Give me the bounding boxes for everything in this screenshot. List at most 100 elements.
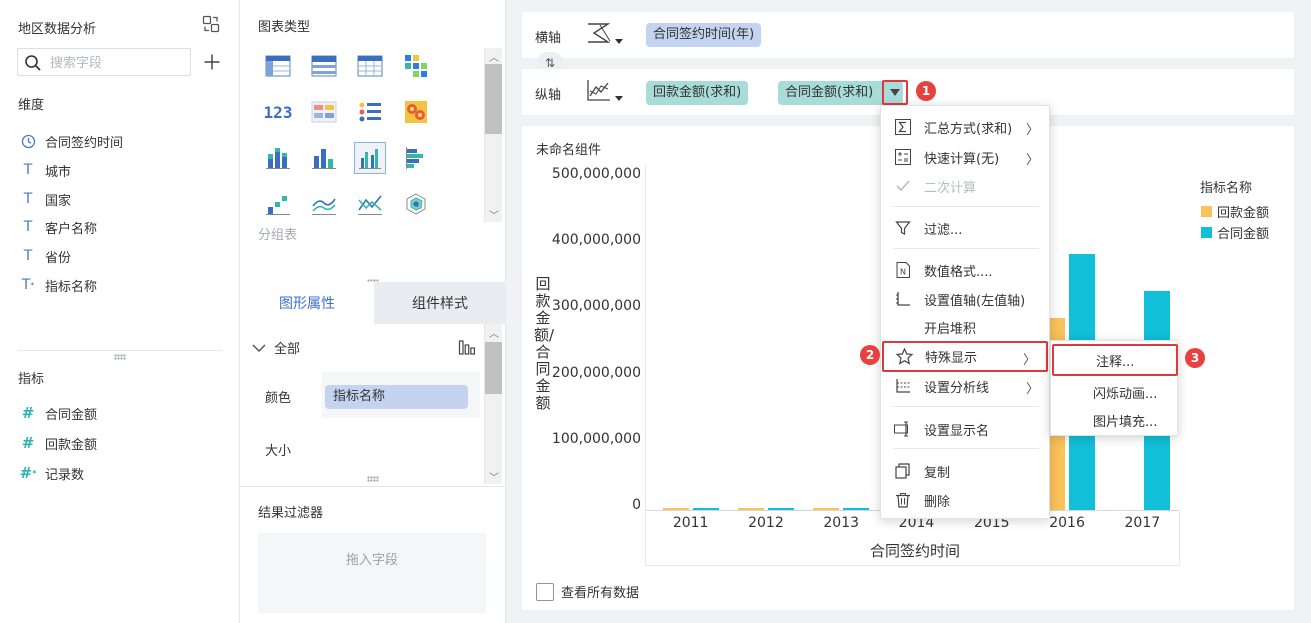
view-all-data-toggle[interactable]: 查看所有数据 — [536, 582, 639, 601]
submenu-item-image-fill[interactable]: 图片填充... — [1051, 406, 1177, 434]
stacked-column-icon[interactable] — [262, 142, 294, 174]
kpi-card-icon[interactable] — [308, 96, 340, 128]
tab-graphic-properties[interactable]: 图形属性 — [240, 282, 374, 324]
chart-type-scrollbar[interactable]: ︿ ﹀ — [484, 48, 502, 222]
menu-item-analysis-line[interactable]: 设置分析线 〉 — [881, 372, 1049, 400]
step-chart-icon[interactable] — [262, 188, 294, 220]
submenu-item-annotation[interactable]: 注释... — [1052, 344, 1178, 376]
menu-item-value-axis[interactable]: 设置值轴(左值轴) — [881, 285, 1049, 313]
field-search — [17, 48, 191, 76]
menu-item-filter[interactable]: 过滤... — [881, 214, 1049, 242]
dimension-field[interactable]: 合同签约时间 — [20, 130, 123, 152]
menu-item-special-display[interactable]: 特殊显示 〉 — [882, 341, 1048, 372]
submenu-item-label: 图片填充... — [1093, 414, 1158, 430]
search-icon — [24, 54, 42, 72]
analysis-line-icon — [893, 376, 913, 396]
dimension-field[interactable]: T 国家 — [20, 188, 71, 210]
chart-property-icon[interactable] — [458, 338, 476, 360]
line-chart-icon[interactable] — [308, 188, 340, 220]
cross-table-icon[interactable] — [308, 50, 340, 82]
scroll-down-icon[interactable]: ﹀ — [485, 468, 503, 484]
check-icon — [893, 176, 913, 196]
data-panel: 地区数据分析 维度 合同签约时间 T 城市 T 国家 T 客户名称 T 省份 T… — [0, 0, 240, 623]
menu-item-label: 设置值轴(左值轴) — [924, 293, 1026, 309]
measure-field[interactable]: # 回款金额 — [20, 432, 97, 454]
submenu-item-label: 闪烁动画... — [1093, 386, 1158, 402]
measure-field[interactable]: # 合同金额 — [20, 402, 97, 424]
result-filter-title: 结果过滤器 — [258, 506, 324, 521]
y-axis-line — [645, 166, 646, 510]
heatmap-table-icon[interactable] — [400, 50, 432, 82]
group-table-label: 分组表 — [258, 228, 298, 243]
scroll-thumb[interactable] — [485, 64, 502, 134]
dot-matrix-icon[interactable] — [354, 96, 386, 128]
search-input[interactable] — [50, 53, 185, 73]
submenu-item-flash-animation[interactable]: 闪烁动画... — [1051, 378, 1177, 406]
caret-down-icon — [615, 33, 623, 48]
step-badge-2: 2 — [860, 345, 880, 365]
scroll-thumb[interactable] — [485, 342, 502, 394]
bar-chart-icon[interactable] — [400, 142, 432, 174]
scroll-up-icon[interactable]: ︿ — [485, 48, 503, 64]
menu-item-copy[interactable]: 复制 — [881, 457, 1049, 485]
menu-item-label: 汇总方式(求和) — [924, 121, 1013, 137]
column-chart-icon[interactable] — [308, 142, 340, 174]
scroll-down-icon[interactable]: ﹀ — [485, 206, 503, 222]
dimension-field[interactable]: T 城市 — [20, 159, 71, 181]
dimension-field[interactable]: T * 指标名称 — [20, 274, 97, 296]
field-menu-dropdown-button[interactable] — [882, 80, 908, 105]
measure-field[interactable]: # * 记录数 — [20, 462, 84, 484]
number-field-icon: # — [21, 434, 35, 452]
menu-item-number-format[interactable]: N 数值格式.... — [881, 256, 1049, 284]
size-property-row[interactable]: 大小 — [252, 428, 480, 468]
menu-item-label: 删除 — [924, 494, 951, 510]
all-properties-toggle[interactable]: 全部 — [252, 338, 300, 357]
tab-component-style[interactable]: 组件样式 — [374, 282, 506, 324]
x-axis-type-dropdown[interactable] — [586, 21, 626, 49]
resize-handle[interactable] — [114, 354, 126, 360]
kpi-number-icon[interactable]: 123 — [262, 96, 294, 128]
y-tick-label: 100,000,000 — [551, 430, 641, 447]
resize-handle[interactable] — [367, 476, 379, 482]
add-field-icon[interactable] — [203, 53, 221, 71]
dimension-field[interactable]: T 客户名称 — [20, 216, 97, 238]
x-axis-field-pill[interactable]: 合同签约时间(年) — [646, 23, 762, 47]
legend-item[interactable]: 合同金额 — [1201, 223, 1269, 242]
svg-text:N: N — [900, 268, 906, 277]
heat-map-icon[interactable] — [400, 96, 432, 128]
number-field-icon: # — [21, 404, 35, 422]
polyline-chart-icon[interactable] — [354, 188, 386, 220]
calc-icon — [893, 147, 913, 167]
menu-item-rename[interactable]: 设置显示名 — [881, 415, 1049, 443]
field-label: 指标名称 — [45, 279, 98, 295]
legend-item[interactable]: 回款金额 — [1201, 202, 1269, 221]
radar-chart-icon[interactable] — [400, 188, 432, 220]
sigma-icon — [893, 117, 913, 137]
field-label: 回款金额 — [45, 437, 98, 453]
menu-separator — [893, 206, 1039, 207]
chevron-down-icon — [252, 343, 266, 353]
field-label: 城市 — [45, 164, 72, 180]
menu-item-enable-stack[interactable]: 开启堆积 — [881, 313, 1049, 341]
menu-item-label: 特殊显示 — [925, 351, 978, 366]
detail-table-icon[interactable] — [354, 50, 386, 82]
switch-dataset-icon[interactable] — [202, 15, 220, 33]
pill-label: 合同金额(求和) — [785, 85, 874, 100]
divider — [240, 486, 506, 487]
table-chart-icon[interactable] — [262, 50, 294, 82]
y-axis-field-pill[interactable]: 回款金额(求和) — [646, 81, 749, 105]
menu-item-quick-calc[interactable]: 快速计算(无) 〉 — [881, 143, 1049, 171]
menu-item-label: 设置分析线 — [924, 380, 990, 396]
menu-item-delete[interactable]: 删除 — [881, 486, 1049, 514]
dimension-field[interactable]: T 省份 — [20, 245, 71, 267]
number-format-icon: N — [893, 260, 913, 280]
checkbox[interactable] — [536, 582, 554, 601]
grouped-column-icon[interactable] — [354, 142, 386, 174]
property-scrollbar[interactable]: ︿ ﹀ — [484, 324, 502, 484]
filter-drop-zone[interactable]: 拖入字段 — [258, 533, 486, 613]
menu-item-aggregation[interactable]: 汇总方式(求和) 〉 — [881, 113, 1049, 141]
y-tick-label: 300,000,000 — [551, 298, 641, 315]
color-field-pill[interactable]: 指标名称 — [325, 385, 468, 409]
scroll-up-icon[interactable]: ︿ — [485, 324, 503, 340]
y-axis-type-dropdown[interactable] — [586, 78, 626, 106]
